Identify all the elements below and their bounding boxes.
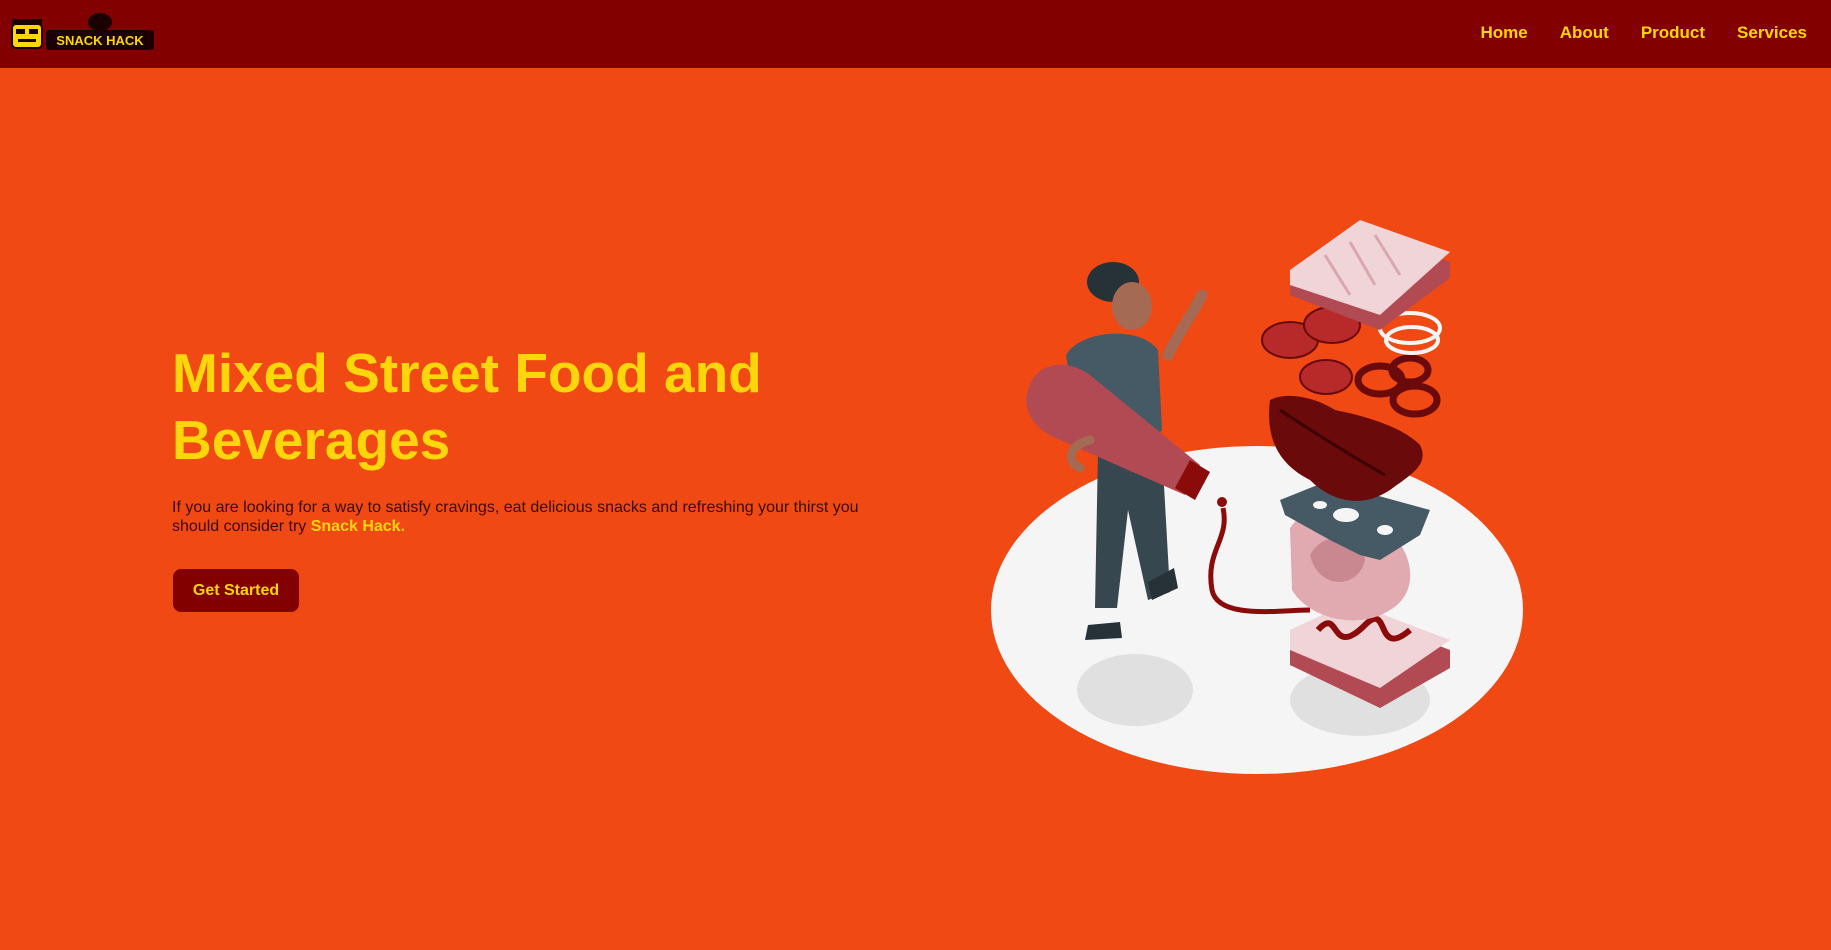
nav-about-link[interactable]: About — [1560, 23, 1609, 43]
nav-services-link[interactable]: Services — [1737, 23, 1807, 43]
hero-description: If you are looking for a way to satisfy … — [172, 498, 892, 536]
nav-product-link[interactable]: Product — [1641, 23, 1705, 43]
sandwich-person-illustration — [991, 220, 1523, 774]
nav-home-link[interactable]: Home — [1480, 23, 1527, 43]
hero-title: Mixed Street Food and Beverages — [172, 342, 762, 471]
hero-brand-name: Snack Hack. — [310, 518, 406, 535]
nav-links: Home About Product Services — [1480, 0, 1807, 66]
snack-hack-logo[interactable]: SNACK HACK — [8, 10, 158, 54]
hero-description-text: If you are looking for a way to satisfy … — [172, 499, 859, 535]
get-started-button[interactable]: Get Started — [173, 569, 299, 612]
navbar: SNACK HACK Home About Product Services — [0, 0, 1831, 68]
logo-text: SNACK HACK — [56, 33, 144, 48]
